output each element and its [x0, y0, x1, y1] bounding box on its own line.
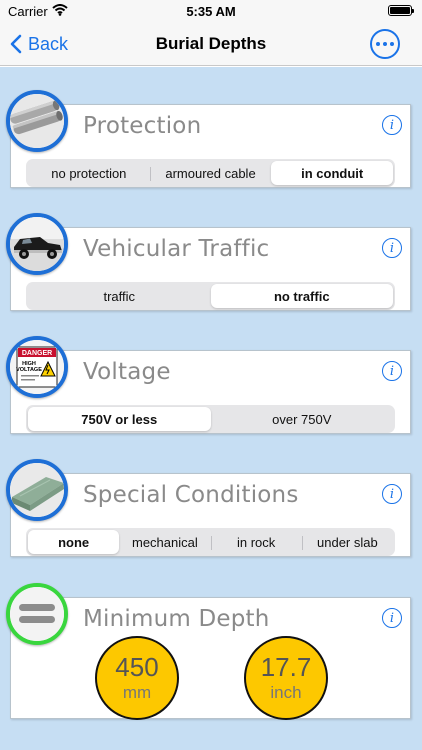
special-conditions-title: Special Conditions — [83, 482, 299, 508]
battery-icon — [388, 5, 414, 16]
equals-icon — [6, 583, 68, 645]
info-icon[interactable]: i — [382, 361, 402, 381]
info-icon[interactable]: i — [382, 115, 402, 135]
info-icon[interactable]: i — [382, 608, 402, 628]
imperial-depth-unit: inch — [270, 683, 302, 702]
traffic-title: Vehicular Traffic — [83, 236, 270, 262]
traffic-segmented-control: traffic no traffic — [26, 282, 395, 310]
traffic-card: Vehicular Traffic i traffic no traffic — [10, 227, 411, 311]
info-icon[interactable]: i — [382, 238, 402, 258]
protection-card: Protection i no protection armoured cabl… — [10, 104, 411, 188]
option-none[interactable]: none — [28, 530, 120, 554]
status-time: 5:35 AM — [186, 4, 236, 19]
option-no-traffic[interactable]: no traffic — [210, 284, 393, 308]
imperial-depth-value: 17.7 — [260, 652, 312, 682]
conduit-pipes-icon — [6, 90, 68, 152]
more-icon[interactable] — [370, 29, 400, 59]
option-over-750v[interactable]: over 750V — [211, 407, 394, 431]
slab-icon — [6, 459, 68, 521]
option-in-conduit[interactable]: in conduit — [271, 161, 394, 185]
option-no-protection[interactable]: no protection — [28, 161, 150, 185]
option-traffic[interactable]: traffic — [28, 284, 211, 308]
minimum-depth-card: Minimum Depth i 450 mm 17.7 inch — [10, 597, 411, 720]
voltage-segmented-control: 750V or less over 750V — [26, 405, 395, 433]
page-title: Burial Depths — [155, 34, 267, 53]
danger-sign-text-2: VOLTAGE — [16, 367, 42, 373]
navigation-bar: Back Burial Depths — [0, 22, 422, 66]
option-mechanical[interactable]: mechanical — [119, 530, 210, 554]
special-conditions-card: Special Conditions i none mechanical in … — [10, 473, 411, 557]
voltage-card: Voltage i 750V or less over 750V — [10, 350, 411, 434]
danger-sign-heading: DANGER — [22, 350, 52, 357]
car-icon — [6, 213, 68, 275]
protection-segmented-control: no protection armoured cable in conduit — [26, 159, 395, 187]
protection-title: Protection — [83, 113, 202, 139]
imperial-depth-gauge: 17.7 inch — [244, 636, 328, 720]
status-bar: Carrier 5:35 AM — [0, 0, 422, 22]
info-icon[interactable]: i — [382, 484, 402, 504]
option-armoured-cable[interactable]: armoured cable — [149, 161, 272, 185]
special-conditions-segmented-control: none mechanical in rock under slab — [26, 528, 395, 556]
option-750v-or-less[interactable]: 750V or less — [28, 407, 211, 431]
minimum-depth-title: Minimum Depth — [83, 606, 270, 632]
metric-depth-value: 450 — [115, 652, 159, 682]
danger-sign-icon: DANGER HIGH VOLTAGE — [6, 336, 68, 398]
metric-depth-gauge: 450 mm — [95, 636, 179, 720]
option-in-rock[interactable]: in rock — [210, 530, 302, 554]
option-under-slab[interactable]: under slab — [301, 530, 393, 554]
voltage-title: Voltage — [83, 359, 171, 385]
metric-depth-unit: mm — [122, 683, 152, 702]
content-area: Protection i no protection armoured cabl… — [0, 67, 422, 750]
